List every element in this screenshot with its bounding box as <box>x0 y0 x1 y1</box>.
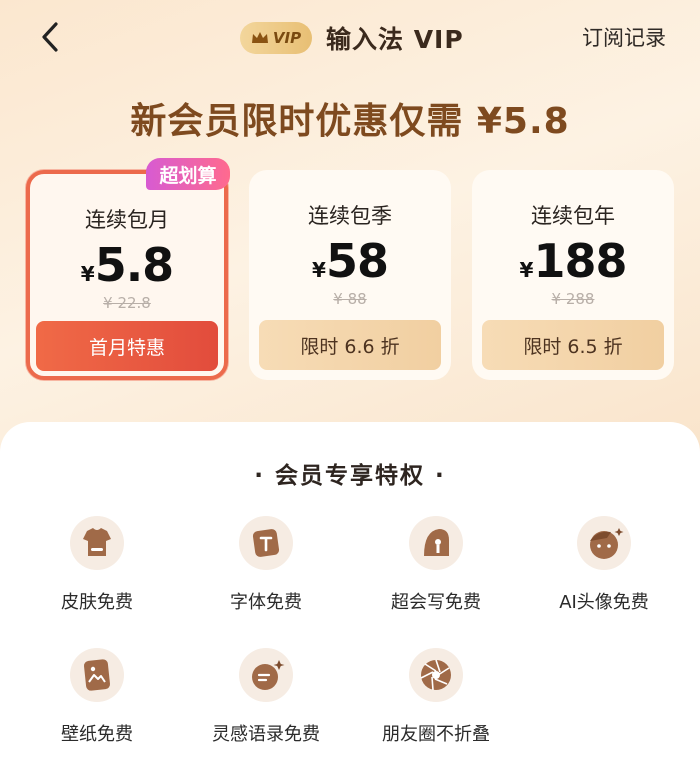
plan-name: 连续包年 <box>531 204 615 228</box>
benefit-label: 朋友圈不折叠 <box>382 724 490 745</box>
benefits-title: · 会员专享特权 · <box>254 463 446 489</box>
promo-headline: 新会员限时优惠仅需 ¥5.8 <box>130 101 570 142</box>
avatar-face-icon <box>590 528 624 559</box>
plan-offer-button[interactable]: 限时 6.6 折 <box>259 320 441 370</box>
currency-symbol: ¥ <box>519 258 534 282</box>
original-price: ¥ 88 <box>333 290 367 308</box>
title-group: VIP 输入法 VIP <box>240 20 464 56</box>
benefit-label: 壁纸免费 <box>61 724 133 745</box>
price-value: 5.8 <box>94 238 174 292</box>
tshirt-icon <box>83 528 111 556</box>
plan-price: ¥5.8 <box>30 238 224 292</box>
top-bar: VIP 输入法 VIP 订阅记录 <box>0 0 700 76</box>
plan-name: 连续包月 <box>85 208 169 232</box>
benefit-font[interactable]: 字体免费 <box>196 516 336 614</box>
inspiration-quote-icon <box>252 660 285 690</box>
original-price: ¥ 22.8 <box>103 294 151 312</box>
vip-badge: VIP <box>240 22 312 54</box>
page-title: 输入法 VIP <box>326 25 464 54</box>
price-value: 58 <box>325 234 389 288</box>
best-value-badge: 超划算 <box>146 158 230 190</box>
plan-offer-button[interactable]: 首月特惠 <box>36 321 218 371</box>
plan-card-yearly[interactable]: 连续包年 ¥188 ¥ 288 限时 6.5 折 <box>472 170 674 380</box>
currency-symbol: ¥ <box>80 262 95 286</box>
plan-card-monthly[interactable]: 连续包月 ¥5.8 ¥ 22.8 首月特惠 <box>26 170 228 380</box>
wallpaper-icon <box>83 659 111 691</box>
plan-offer-button[interactable]: 限时 6.5 折 <box>482 320 664 370</box>
benefit-inspiration[interactable]: 灵感语录免费 <box>196 648 336 746</box>
writing-icon <box>424 529 449 556</box>
benefit-label: 皮肤免费 <box>61 592 133 613</box>
plan-price: ¥188 <box>472 234 674 288</box>
vip-badge-label: VIP <box>272 29 302 47</box>
subscription-record-link[interactable]: 订阅记录 <box>582 22 666 52</box>
benefit-ai-avatar[interactable]: AI头像免费 <box>534 516 674 614</box>
font-icon <box>252 529 280 557</box>
benefit-label: 灵感语录免费 <box>212 724 320 745</box>
aperture-icon <box>420 659 451 691</box>
benefit-skin[interactable]: 皮肤免费 <box>27 516 167 614</box>
currency-symbol: ¥ <box>312 258 326 282</box>
benefit-label: 字体免费 <box>230 592 302 613</box>
benefit-writing[interactable]: 超会写免费 <box>366 516 506 614</box>
plan-price: ¥58 <box>249 234 451 288</box>
plan-name: 连续包季 <box>308 204 392 228</box>
benefit-label: AI头像免费 <box>559 592 649 613</box>
benefit-wallpaper[interactable]: 壁纸免费 <box>27 648 167 746</box>
benefit-label: 超会写免费 <box>391 592 481 613</box>
price-value: 188 <box>533 234 627 288</box>
back-button[interactable] <box>36 20 66 54</box>
plan-card-quarterly[interactable]: 连续包季 ¥58 ¥ 88 限时 6.6 折 <box>249 170 451 380</box>
crown-icon <box>251 32 268 43</box>
chevron-left-icon <box>42 22 58 52</box>
benefit-moments[interactable]: 朋友圈不折叠 <box>366 648 506 746</box>
original-price: ¥ 288 <box>551 290 595 308</box>
